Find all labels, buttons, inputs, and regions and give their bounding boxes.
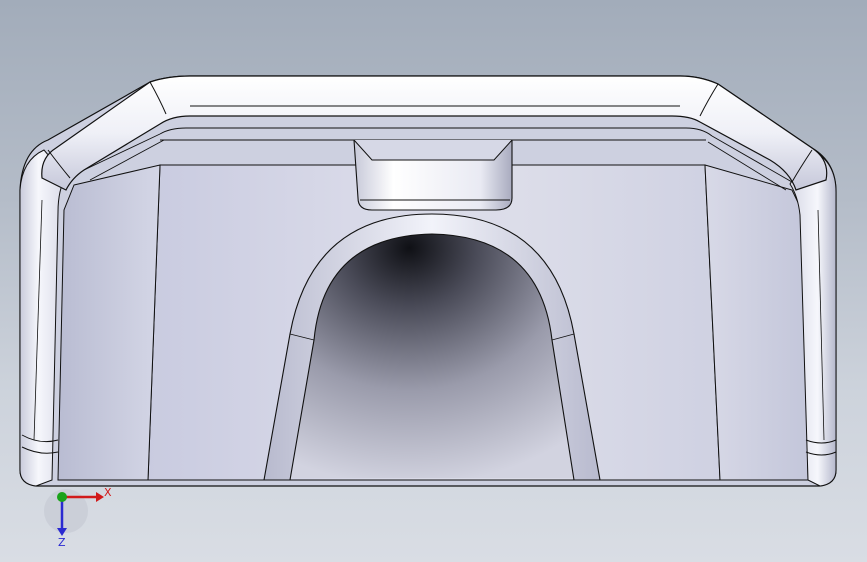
graphics-viewport[interactable]: X Z — [0, 0, 867, 562]
left-inner-wall — [57, 164, 161, 481]
right-inner-wall — [704, 164, 809, 481]
model-view[interactable] — [0, 0, 867, 562]
